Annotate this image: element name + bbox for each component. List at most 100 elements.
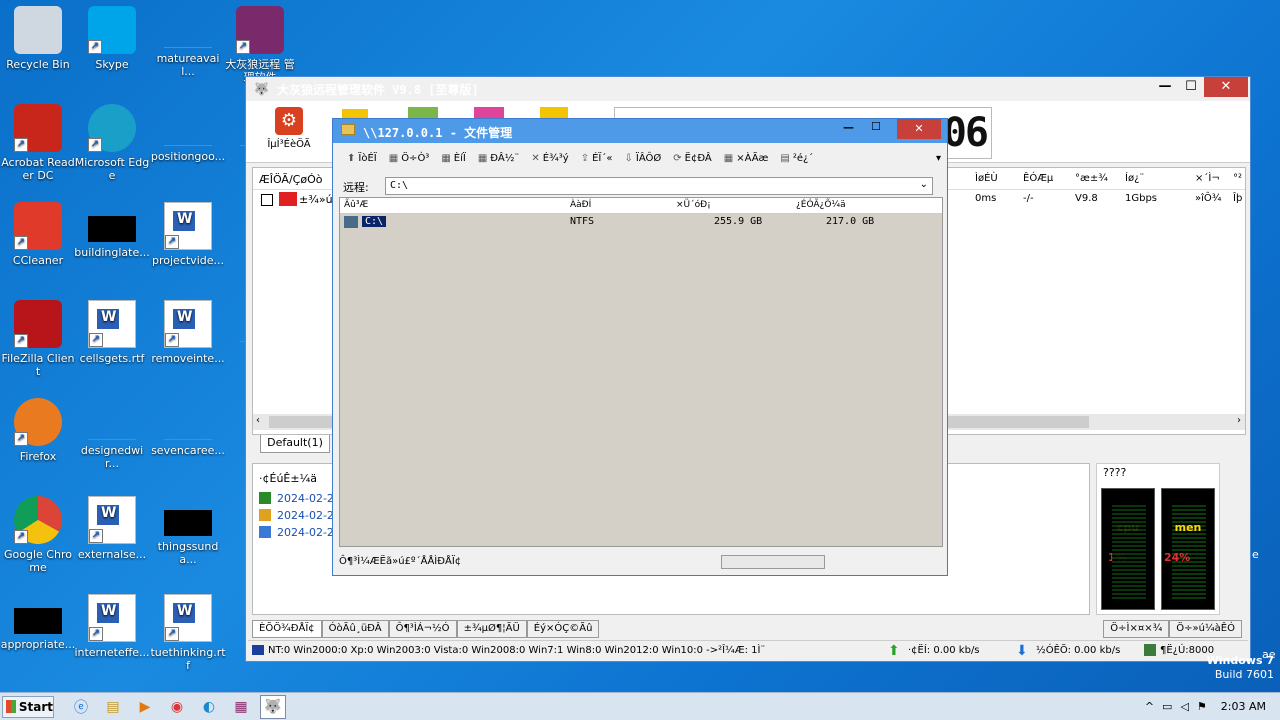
download-arrow-icon: ⬇ xyxy=(1016,643,1028,659)
host-col-header[interactable]: ÌøÉÙ xyxy=(975,173,998,184)
desktop-icon[interactable]: ↗ Microsoft Edge xyxy=(74,104,150,182)
file-toolbar-button[interactable]: ▤ ²é¿´ xyxy=(780,153,813,164)
desktop-icon[interactable]: ↗大灰狼远程 管理软件 xyxy=(222,6,298,84)
desktop-icon[interactable]: ↗ CCleaner xyxy=(0,202,76,267)
host-col-header[interactable]: Íø¿¨ xyxy=(1125,173,1144,184)
bottom-tab[interactable]: ÓòÃû¸üÐÂ xyxy=(321,620,389,638)
bottom-tab[interactable]: Éý×ÓÇ©Ãû xyxy=(526,620,600,638)
desktop-icon[interactable]: ↗ Acrobat Reader DC xyxy=(0,104,76,182)
tray-volume-icon[interactable]: ◁ xyxy=(1180,700,1188,713)
desktop-icon[interactable]: buildinglate... xyxy=(74,202,150,259)
tray-flag-icon[interactable]: ⚑ xyxy=(1197,700,1207,713)
log-row[interactable]: 2024-02-23 xyxy=(259,507,341,523)
chrome-taskbar-icon[interactable]: ◉ xyxy=(164,695,190,719)
remote-admin-taskbar-icon[interactable]: 🐺 xyxy=(260,694,286,719)
bottom-tab[interactable]: ÈÕÖ¾ÐÅÏ¢ xyxy=(252,620,322,638)
clock[interactable]: 2:03 AM xyxy=(1221,700,1266,713)
file-col-header[interactable]: Ãû³Æ xyxy=(344,200,368,210)
file-col-header[interactable]: ÀàÐÍ xyxy=(570,200,591,210)
file-col-header[interactable]: ¿ÉÓÃ¿Õ¼ä xyxy=(796,200,846,210)
skype-icon: ↗ xyxy=(88,6,136,54)
file-toolbar-button[interactable]: ▦ Ö÷Ò³ xyxy=(389,153,430,164)
desktop-icon-label: designedwir... xyxy=(80,444,144,470)
monitor-status-icon xyxy=(252,645,264,655)
media-player-taskbar-icon[interactable]: ▶ xyxy=(132,695,158,719)
settings-button[interactable]: ⚙ ÎµÍ³ÉèÖÃ xyxy=(264,107,314,150)
desktop-icon[interactable]: designedwir... xyxy=(74,398,150,470)
acrobat-icon: ↗ xyxy=(14,104,62,152)
file-maximize-button[interactable]: ☐ xyxy=(871,120,881,133)
file-title: \\127.0.0.1 - 文件管理 xyxy=(363,126,513,140)
close-button[interactable]: ✕ xyxy=(1204,77,1248,97)
mem-value: 24% xyxy=(1164,551,1191,564)
desktop-icon: ▦ xyxy=(723,152,734,164)
path-row: 远程: C:\ ⌄ xyxy=(341,177,941,195)
desktop-icon[interactable]: ↗ projectvide... xyxy=(150,202,226,267)
host-checkbox[interactable] xyxy=(261,194,273,206)
status-os: NT:0 Win2000:0 Xp:0 Win2003:0 Vista:0 Wi… xyxy=(268,645,766,656)
bottom-tab[interactable]: Ô¶³ÌÁ¬½Ó xyxy=(388,620,457,638)
file-toolbar-button[interactable]: ▦ ÐÂ½¨ xyxy=(478,153,520,164)
file-toolbar-button[interactable]: ⬆ ÏòÉÏ xyxy=(347,153,377,164)
file-toolbar-label: ÉÏ´« xyxy=(592,152,613,164)
start-button[interactable]: Start xyxy=(2,695,54,718)
path-input[interactable]: C:\ ⌄ xyxy=(385,177,933,195)
recycle-bin-icon xyxy=(14,6,62,54)
desktop-icon[interactable]: Recycle Bin xyxy=(0,6,76,71)
file-toolbar-button[interactable]: ⟳ Ë¢ÐÂ xyxy=(673,153,712,164)
file-toolbar-button[interactable]: ⇪ ÉÏ´« xyxy=(581,153,613,164)
main-titlebar[interactable]: 🐺 大灰狼远程管理软件 V9.8 [至尊版] — ☐ ✕ xyxy=(246,77,1250,101)
desktop-icon[interactable]: matureavail... xyxy=(150,6,226,78)
shortcut-arrow-icon: ↗ xyxy=(165,333,179,347)
bottom-tab[interactable]: ±¾µØ¶¦ÃÜ xyxy=(456,620,527,638)
desktop-icon[interactable]: ↗ Firefox xyxy=(0,398,76,463)
desktop-icon[interactable]: ↗ removeinte... xyxy=(150,300,226,365)
file-toolbar-button[interactable]: ▦ ÈíÏ xyxy=(441,153,466,164)
host-col-header[interactable]: °æ±¾ xyxy=(1075,173,1108,184)
watermark-edge: ae xyxy=(1262,648,1276,661)
desktop-icon[interactable]: ↗ externalse... xyxy=(74,496,150,561)
bottom-tab-right[interactable]: Ö÷»ú¼àÊÓ xyxy=(1169,620,1242,638)
desktop-icon[interactable]: ↗ cellsgets.rtf xyxy=(74,300,150,365)
ie-taskbar-icon[interactable]: ⓔ xyxy=(68,695,94,719)
toolbar-dropdown-icon[interactable]: ▾ xyxy=(936,153,941,164)
file-row[interactable]: C:\ NTFS 255.9 GB 217.0 GB xyxy=(340,214,942,230)
desktop-icon[interactable]: ↗ interneteffe... xyxy=(74,594,150,659)
explorer-taskbar-icon[interactable]: ▤ xyxy=(100,695,126,719)
desktop-icon[interactable]: ↗ Skype xyxy=(74,6,150,71)
maximize-button[interactable]: ☐ xyxy=(1174,77,1208,97)
edge-taskbar-icon[interactable]: ◐ xyxy=(196,695,222,719)
settings-icon: ⚙ xyxy=(275,107,303,135)
file-minimize-button[interactable]: — xyxy=(843,121,854,134)
desktop-icon[interactable]: ↗ FileZilla Client xyxy=(0,300,76,378)
desktop-icon[interactable]: sevencaree... xyxy=(150,398,226,457)
file-close-button[interactable]: ✕ xyxy=(897,119,941,139)
file-titlebar[interactable]: \\127.0.0.1 - 文件管理 — ☐ ✕ xyxy=(333,119,947,143)
scroll-right-icon[interactable]: › xyxy=(1237,415,1241,426)
host-col-header[interactable]: ÊÓÆµ xyxy=(1023,173,1053,184)
bottom-tab-right[interactable]: Ö÷Ì×¤×¾ xyxy=(1103,620,1170,638)
log-row[interactable]: 2024-02-23 xyxy=(259,524,341,540)
desktop-icon[interactable]: ↗ tuethinking.rtf xyxy=(150,594,226,672)
scroll-left-icon[interactable]: ‹ xyxy=(256,415,260,426)
chevron-down-icon[interactable]: ⌄ xyxy=(920,179,928,190)
winrar-taskbar-icon[interactable]: ▦ xyxy=(228,695,254,719)
log-row[interactable]: 2024-02-23 xyxy=(259,490,341,506)
desktop-icon-label: FileZilla Client xyxy=(1,352,75,378)
file-toolbar-button[interactable]: ✕ É¾³ý xyxy=(531,153,568,164)
group-tab-default[interactable]: Default(1) xyxy=(260,435,330,453)
tray-up-icon[interactable]: ^ xyxy=(1145,700,1154,713)
file-toolbar-button[interactable]: ▦ ×ÀÃæ xyxy=(724,153,769,164)
file-col-header[interactable]: ×Ü´óÐ¡ xyxy=(676,200,711,210)
desktop-icon[interactable]: positiongoo... xyxy=(150,104,226,163)
host-col-header[interactable]: °² xyxy=(1233,173,1242,184)
file-icon xyxy=(164,6,212,48)
tray-network-icon[interactable]: ▭ xyxy=(1162,700,1172,713)
desktop-icon[interactable]: thingssunda... xyxy=(150,496,226,566)
desktop-icon[interactable]: appropriate... xyxy=(0,594,76,651)
tab-spacer xyxy=(599,620,1103,638)
delete-icon: ✕ xyxy=(531,152,540,164)
desktop-icon[interactable]: ↗ Google Chrome xyxy=(0,496,76,574)
host-col-header[interactable]: ×´Ì¬ xyxy=(1195,173,1220,184)
file-toolbar-button[interactable]: ⇩ ÏÂÔØ xyxy=(625,153,662,164)
